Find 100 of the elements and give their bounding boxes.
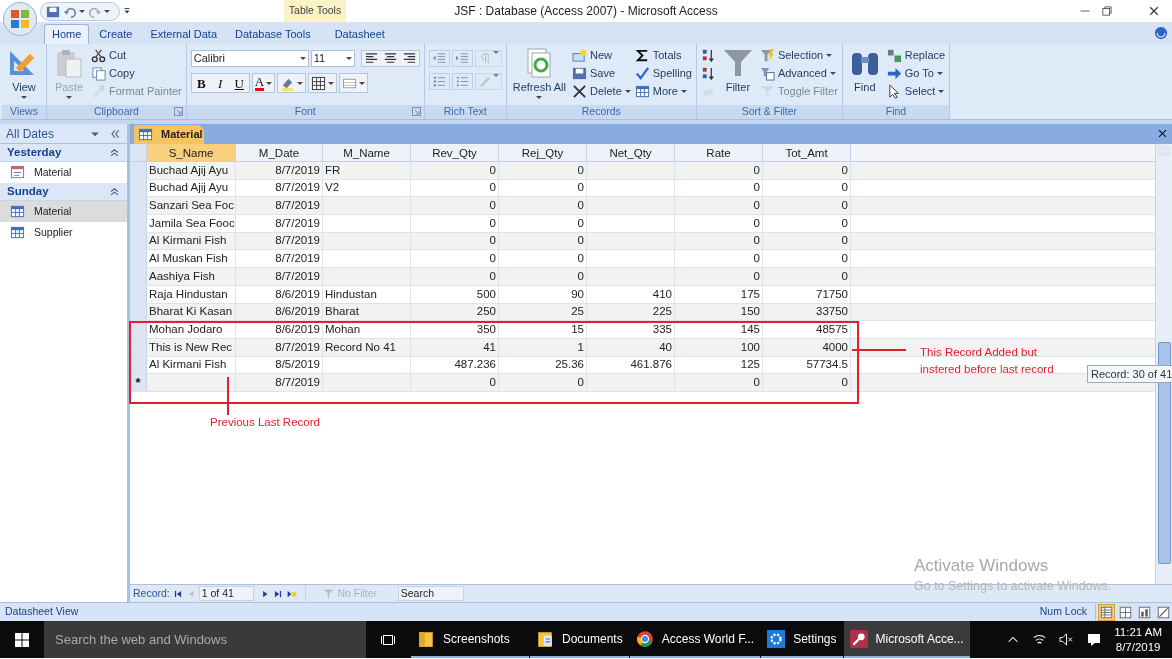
view-button[interactable] (1098, 603, 1115, 621)
document-tab[interactable]: Material (134, 125, 204, 144)
ribbon-tab[interactable]: Create (91, 24, 141, 44)
taskbar-app[interactable]: Screenshots (411, 621, 529, 658)
gridlines-button[interactable] (308, 73, 338, 93)
first-record-button[interactable] (172, 588, 183, 599)
caret-icon (104, 10, 110, 13)
ribbon-button[interactable]: Spelling (634, 65, 692, 81)
ribbon-tab[interactable]: Database Tools (227, 24, 319, 44)
caret-icon (936, 71, 943, 75)
ribbon-button[interactable]: Save (571, 65, 631, 81)
search-field[interactable]: Search the web and Windows (44, 621, 366, 658)
table-cell-text: 0 (753, 215, 760, 231)
table-cell-text: 0 (841, 268, 848, 284)
ribbon-button[interactable]: Refresh All (510, 47, 568, 103)
ribbon-button[interactable]: View (6, 47, 42, 103)
datasheet-view-icon (1100, 605, 1113, 619)
font-size-field[interactable]: 11 (310, 50, 355, 67)
ribbon-button[interactable]: Filter (719, 47, 756, 103)
column-header[interactable]: S_Name (147, 144, 236, 161)
caret-icon (536, 96, 543, 99)
ribbon-button[interactable]: New (571, 47, 631, 63)
taskbar-app[interactable]: Microsoft Acce... (843, 621, 970, 658)
ribbon-tab[interactable]: Home (44, 24, 90, 44)
ribbon-button[interactable]: Advanced (759, 65, 838, 81)
format-button[interactable]: U (229, 74, 249, 92)
table-cell-text: 350 (476, 321, 496, 337)
save-button[interactable] (46, 4, 60, 19)
indent-button[interactable] (451, 50, 473, 67)
group-header[interactable]: Yesterday (0, 144, 127, 162)
ribbon-button[interactable]: Go To (886, 65, 946, 81)
ribbon-button[interactable]: Select (886, 83, 946, 99)
format-button[interactable]: I (210, 74, 230, 92)
navigation-item[interactable]: Material (0, 201, 127, 222)
group-label: Rich Text (443, 104, 487, 120)
group-header[interactable]: Sunday (0, 183, 127, 201)
column-header[interactable]: Rej_Qty (499, 144, 587, 161)
ribbon-icon-button[interactable] (700, 47, 716, 63)
launcher-icon (411, 107, 421, 116)
ribbon-button[interactable]: Totals (634, 47, 692, 63)
ribbon-button[interactable]: Copy (91, 65, 182, 81)
font-color-button[interactable]: A (251, 73, 276, 93)
annotation-text: This Record Added but instered before last record (920, 345, 1055, 377)
browser-icon (635, 629, 654, 648)
column-header[interactable]: M_Date (236, 144, 323, 161)
ribbon-button[interactable]: Find (846, 47, 883, 103)
table-cell-text: 1 (577, 339, 584, 355)
close-document-button[interactable] (1157, 128, 1168, 139)
help-button[interactable] (1154, 26, 1168, 40)
table-cell-text: 8/7/2019 (275, 180, 320, 196)
scrollbar[interactable] (1155, 144, 1172, 584)
ribbon-button[interactable]: Delete (571, 83, 631, 99)
ribbon-icon-button[interactable] (700, 65, 716, 81)
ribbon-tab[interactable]: Datasheet (326, 24, 393, 44)
table-cell-text: 150 (740, 304, 760, 320)
last-record-button[interactable] (272, 588, 283, 599)
ribbon-button[interactable]: More (634, 83, 692, 99)
table-cell-text: 15 (571, 321, 584, 337)
ribbon-tab[interactable]: External Data (142, 24, 226, 44)
caret-icon (79, 10, 85, 13)
record-number-field[interactable]: 1 of 41 (198, 586, 254, 601)
taskbar-app[interactable]: Documents (530, 621, 629, 658)
taskbar-app[interactable]: Settings (761, 621, 843, 658)
search-field[interactable]: Search (397, 586, 464, 601)
format-button[interactable]: B (191, 74, 211, 92)
table-cell-text: 8/7/2019 (275, 251, 320, 267)
table-cell-text: 8/7/2019 (275, 268, 320, 284)
column-header[interactable]: Rev_Qty (411, 144, 499, 161)
column-header[interactable]: Rate (675, 144, 763, 161)
taskbar-app[interactable]: Access World F... (629, 621, 761, 658)
table-cell-text: Al Muskan Fish (149, 251, 228, 267)
ribbon-button[interactable]: Cut (91, 47, 182, 63)
indent-button[interactable] (428, 50, 450, 67)
row-color-button[interactable] (339, 73, 369, 93)
ribbon-button[interactable]: Replace (886, 47, 946, 63)
table-cell-text: 0 (753, 374, 760, 390)
funnel-form-icon (759, 65, 775, 81)
column-header[interactable]: M_Name (323, 144, 411, 161)
navigation-pane-header[interactable]: All Dates (0, 124, 127, 144)
highlight-button[interactable] (277, 73, 307, 93)
column-header[interactable]: Net_Qty (587, 144, 675, 161)
table-cell-text: Mohan Jodaro (149, 321, 223, 337)
table-icon (634, 83, 650, 99)
table-cell-text: 0 (753, 268, 760, 284)
dialog-launcher[interactable] (173, 107, 183, 116)
clock[interactable]: 11:21 AM 8/7/2019 (1114, 624, 1162, 655)
table-cell-text: 0 (753, 233, 760, 249)
action-center-button[interactable] (1086, 631, 1103, 648)
bullets-button[interactable] (428, 73, 450, 90)
numbering-button[interactable] (451, 73, 473, 90)
volume-button[interactable] (1059, 632, 1075, 647)
funnel-icon (721, 47, 754, 79)
table-cell-text: 0 (841, 162, 848, 178)
ribbon-button[interactable]: Selection (759, 47, 838, 63)
column-header[interactable]: Tot_Amt (763, 144, 851, 161)
dialog-launcher[interactable] (411, 107, 421, 116)
table-cell-text: 8/5/2019 (275, 357, 320, 373)
office-logo-icon (10, 9, 30, 29)
font-name-field[interactable]: Calibri (190, 50, 309, 67)
cursor-icon (886, 83, 902, 99)
